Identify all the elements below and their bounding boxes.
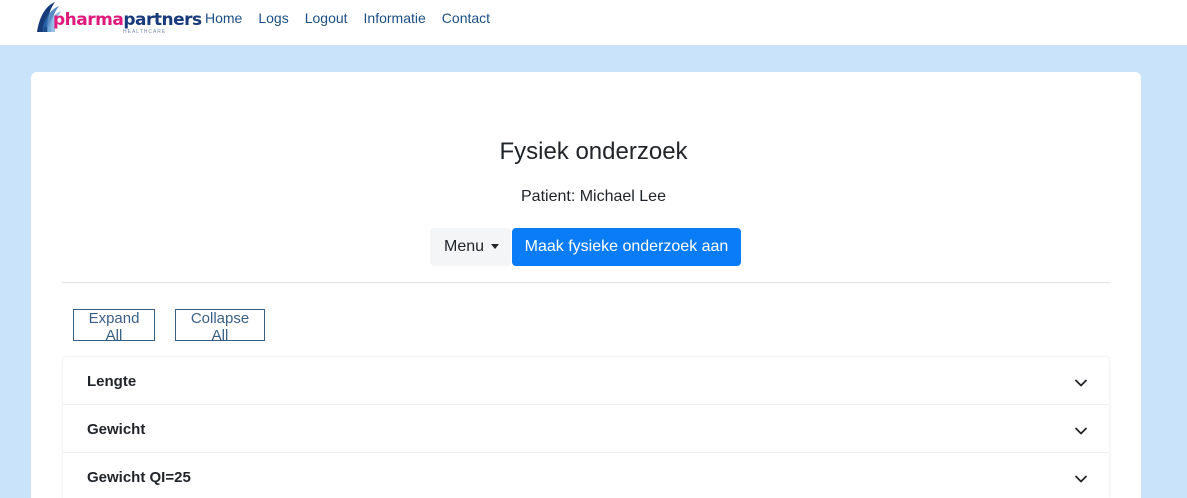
accordion-item-gewicht[interactable]: Gewicht — [63, 405, 1109, 453]
main-nav: Home Logs Logout Informatie Contact — [205, 10, 506, 27]
nav-link-home[interactable]: Home — [205, 10, 242, 27]
page-title: Fysiek onderzoek — [499, 138, 688, 165]
accordion-item-gewicht-qi[interactable]: Gewicht QI=25 — [63, 453, 1109, 498]
accordion-item-lengte[interactable]: Lengte — [63, 357, 1109, 405]
expand-all-button[interactable]: Expand All — [73, 309, 155, 344]
chevron-down-icon — [1075, 475, 1087, 483]
brand-badge: TIB — [38, 28, 48, 34]
chevron-down-icon — [1075, 379, 1087, 387]
pharmapartners-logo[interactable]: pharmapartners HEALTHCARE TIB — [33, 0, 202, 40]
nav-link-informatie[interactable]: Informatie — [364, 10, 426, 27]
accordion-item-label: Lengte — [87, 373, 137, 390]
nav-link-contact[interactable]: Contact — [442, 10, 490, 27]
menu-dropdown-button[interactable]: Menu — [430, 228, 511, 266]
chevron-down-icon — [1075, 427, 1087, 435]
menu-button-label: Menu — [444, 238, 485, 255]
create-examination-button[interactable]: Maak fysieke onderzoek aan — [512, 228, 741, 266]
brand-tagline: HEALTHCARE — [123, 29, 167, 35]
brand-wordmark: pharmapartners — [53, 10, 202, 30]
accordion-item-label: Gewicht QI=25 — [87, 469, 191, 486]
examination-accordion: Lengte Gewicht Gewicht QI=25 — [63, 357, 1109, 498]
collapse-all-button[interactable]: Collapse All — [175, 309, 265, 344]
caret-down-icon — [491, 244, 499, 249]
patient-label: Patient: Michael Lee — [521, 188, 666, 205]
nav-link-logs[interactable]: Logs — [258, 10, 288, 27]
accordion-item-label: Gewicht — [87, 421, 146, 438]
nav-link-logout[interactable]: Logout — [305, 10, 348, 27]
top-navbar: pharmapartners HEALTHCARE TIB Home Logs … — [0, 0, 1187, 45]
section-divider — [62, 282, 1110, 283]
